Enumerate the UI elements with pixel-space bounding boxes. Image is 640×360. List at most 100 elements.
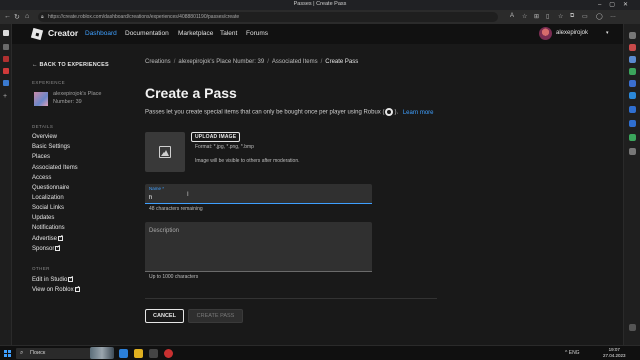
sidebar-item-basic-settings[interactable]: Basic Settings — [32, 144, 70, 150]
sidebar-item-access[interactable]: Access — [32, 175, 51, 181]
browser-sidebar — [623, 24, 640, 345]
sidebar-item-notifications[interactable]: Notifications — [32, 225, 65, 231]
sponsor-label: Sponsor — [32, 246, 55, 253]
read-aloud-icon[interactable]: A — [510, 13, 514, 19]
more-menu-icon[interactable]: … — [610, 13, 616, 19]
search-icon: ⌕ — [20, 350, 24, 356]
left-sidebar: ← BACK TO EXPERIENCES EXPERIENCE alexepi… — [12, 44, 128, 345]
experience-name[interactable]: alexepirojok's Place Number: 39 — [53, 91, 123, 106]
shopping-icon[interactable] — [629, 44, 636, 51]
nav-dashboard[interactable]: Dashboard — [85, 30, 117, 37]
external-link-icon — [74, 285, 80, 292]
view-on-roblox-label: View on Roblox — [32, 287, 74, 294]
sidebar-item-advertise[interactable]: Advertise — [32, 234, 63, 243]
intro-text: Passes let you create special items that… — [145, 108, 434, 116]
roblox-studio-icon[interactable] — [164, 349, 173, 358]
description-limit: Up to 1000 characters — [149, 274, 199, 280]
address-bar[interactable]: 🔒︎ https://create.roblox.com/dashboard/c… — [38, 12, 498, 22]
back-label: BACK TO EXPERIENCES — [39, 62, 109, 68]
edit-in-studio-label: Edit in Studio — [32, 277, 68, 284]
sidebar-item-social-links[interactable]: Social Links — [32, 205, 64, 211]
cancel-button[interactable]: CANCEL — [145, 309, 184, 323]
back-arrow-icon[interactable]: ← — [4, 13, 11, 20]
chevron-down-icon[interactable]: ▾ — [606, 30, 609, 36]
breadcrumb-creations[interactable]: Creations — [145, 59, 171, 65]
sidebar-item-view-on-roblox[interactable]: View on Roblox — [32, 285, 80, 294]
home-icon[interactable]: ⌂ — [25, 13, 29, 20]
search-icon[interactable] — [629, 32, 636, 39]
browser-tab-rail: + — [0, 24, 12, 345]
image-placeholder-icon — [159, 146, 171, 158]
collections-icon[interactable]: ⧉ — [570, 13, 574, 20]
tab-actions-icon[interactable] — [3, 30, 9, 36]
image-preview — [145, 132, 185, 172]
brand-name[interactable]: Creator — [48, 28, 78, 38]
sidebar-item-localization[interactable]: Localization — [32, 195, 64, 201]
details-heading: DETAILS — [32, 124, 54, 129]
nav-marketplace[interactable]: Marketplace — [178, 30, 213, 37]
sidebar-settings-icon[interactable] — [629, 324, 636, 331]
avatar[interactable] — [539, 27, 552, 40]
learn-more-link[interactable]: Learn more — [403, 110, 434, 116]
nav-documentation[interactable]: Documentation — [125, 30, 169, 37]
sidebar-item-sponsor[interactable]: Sponsor — [32, 244, 61, 253]
nav-forums[interactable]: Forums — [246, 30, 268, 37]
external-link-icon — [55, 244, 61, 251]
tab-icon[interactable] — [3, 80, 9, 86]
tab-icon[interactable] — [3, 44, 9, 50]
favorite-star-icon[interactable]: ☆ — [522, 13, 527, 20]
office-icon[interactable] — [629, 80, 636, 87]
file-explorer-icon[interactable] — [134, 349, 143, 358]
new-tab-icon[interactable]: + — [3, 93, 9, 100]
description-label: Description — [149, 228, 180, 234]
format-hint: Format: *.jpg, *.png, *.bmp — [195, 144, 254, 150]
window-title: Passes | Create Pass — [293, 1, 347, 7]
system-tray[interactable]: ^ ENG — [565, 350, 580, 356]
taskbar-app-icon[interactable] — [149, 349, 158, 358]
site-header: Creator Dashboard Documentation Marketpl… — [12, 24, 623, 44]
name-field[interactable]: Name * I — [145, 184, 372, 204]
windows-start-icon[interactable] — [4, 350, 11, 357]
sidebar-app-icon[interactable] — [629, 120, 636, 127]
extensions-icon[interactable]: ⊞ — [534, 13, 539, 20]
split-screen-icon[interactable]: ▯ — [546, 13, 549, 20]
clock[interactable]: 19:07 27.04.2023 — [603, 347, 626, 359]
sidebar-app-icon[interactable] — [629, 106, 636, 113]
nav-talent[interactable]: Talent — [220, 30, 237, 37]
favorites-icon[interactable]: ☆ — [558, 13, 563, 20]
advertise-label: Advertise — [32, 236, 58, 243]
profile-icon[interactable]: ◯ — [596, 13, 603, 20]
sidebar-item-associated-items[interactable]: Associated Items — [32, 165, 78, 171]
sidebar-item-updates[interactable]: Updates — [32, 215, 54, 221]
wallet-icon[interactable]: ▭ — [582, 13, 588, 20]
back-to-experiences-link[interactable]: ← BACK TO EXPERIENCES — [32, 62, 109, 68]
description-field[interactable]: Description — [145, 222, 372, 272]
sidebar-item-edit-in-studio[interactable]: Edit in Studio — [32, 275, 74, 284]
games-icon[interactable] — [629, 68, 636, 75]
edge-app-icon[interactable] — [119, 349, 128, 358]
tools-icon[interactable] — [629, 56, 636, 63]
tab-icon[interactable] — [3, 68, 9, 74]
outlook-icon[interactable] — [629, 92, 636, 99]
experience-heading: EXPERIENCE — [32, 80, 66, 85]
breadcrumb-experience[interactable]: alexepirojok's Place Number: 39 — [178, 59, 264, 65]
name-input[interactable] — [149, 193, 349, 202]
tab-icon[interactable] — [3, 56, 9, 62]
username[interactable]: alexepirojok — [556, 30, 588, 36]
breadcrumb-separator: / — [267, 59, 269, 65]
window-controls[interactable]: –▢✕ — [598, 1, 636, 8]
breadcrumb: Creations / alexepirojok's Place Number: 3… — [145, 59, 358, 65]
refresh-icon[interactable]: ↻ — [14, 13, 20, 21]
sidebar-app-icon[interactable] — [629, 148, 636, 155]
sidebar-app-icon[interactable] — [629, 134, 636, 141]
create-pass-button[interactable]: CREATE PASS — [188, 309, 243, 323]
upload-image-button[interactable]: UPLOAD IMAGE — [191, 132, 241, 142]
sidebar-item-questionnaire[interactable]: Questionnaire — [32, 185, 69, 191]
breadcrumb-associated-items[interactable]: Associated Items — [272, 59, 318, 65]
sidebar-item-places[interactable]: Places — [32, 154, 50, 160]
roblox-logo-icon[interactable] — [30, 27, 44, 41]
name-label: Name * — [149, 186, 165, 191]
experience-thumbnail[interactable] — [34, 92, 48, 106]
intro-sentence: Passes let you create special items that… — [145, 109, 385, 116]
sidebar-item-overview[interactable]: Overview — [32, 134, 57, 140]
